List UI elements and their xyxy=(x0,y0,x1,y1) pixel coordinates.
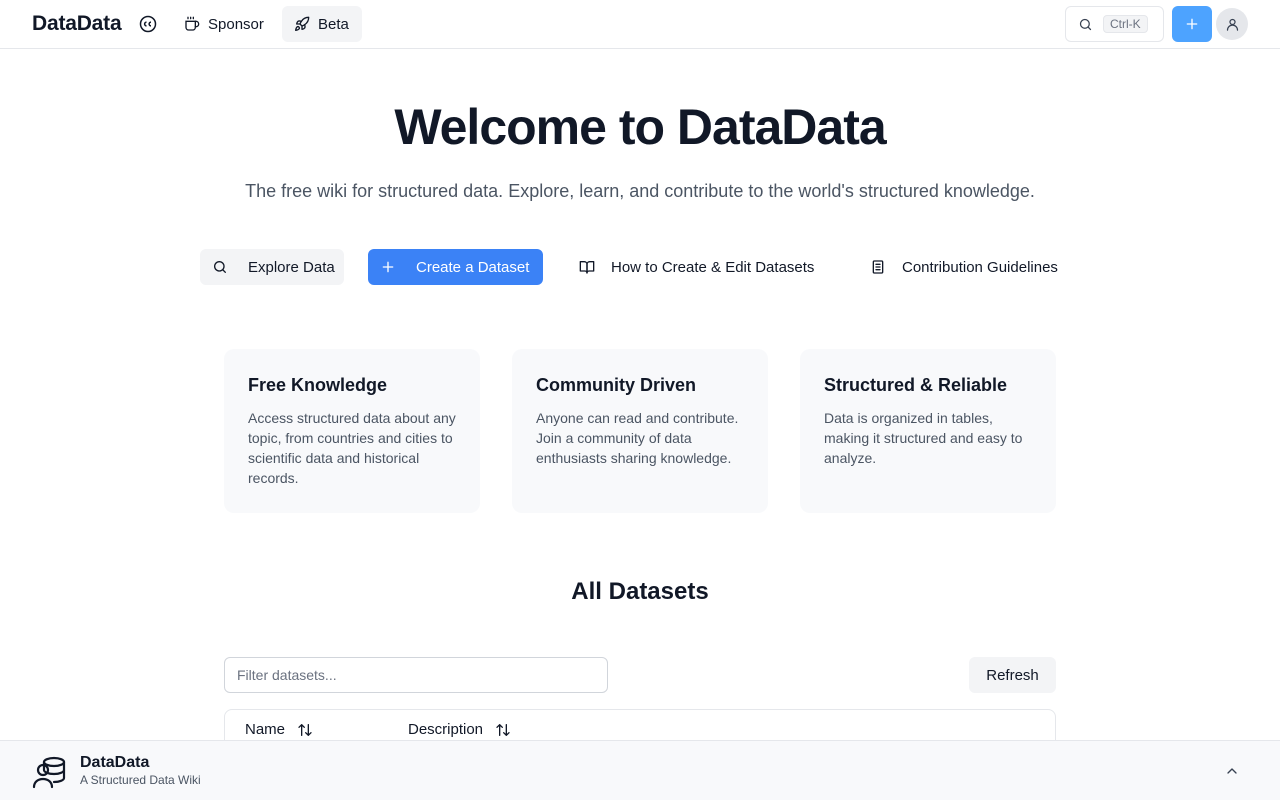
nav-beta-label: Beta xyxy=(318,15,349,33)
book-open-icon xyxy=(579,261,595,274)
column-header-label: Description xyxy=(408,721,484,738)
feature-card-text: Data is organized in tables, making it s… xyxy=(824,410,1023,466)
top-navigation: DataData Sponsor Beta Ctrl-K xyxy=(0,0,1280,49)
create-dataset-label: Create a Dataset xyxy=(416,258,530,276)
feature-card-community-driven: Community Driven Anyone can read and con… xyxy=(512,349,768,513)
sort-icon xyxy=(298,723,312,736)
user-icon xyxy=(1226,18,1238,31)
sort-icon xyxy=(496,723,510,736)
plus-icon xyxy=(1186,18,1198,30)
coffee-icon xyxy=(185,16,200,31)
feature-card-title: Structured & Reliable xyxy=(824,375,1008,395)
brand-logo-text[interactable]: DataData xyxy=(32,12,122,36)
feature-card-title: Free Knowledge xyxy=(248,375,388,395)
nav-sponsor-label: Sponsor xyxy=(208,15,264,33)
contribution-guidelines-link[interactable]: Contribution Guidelines xyxy=(858,249,1058,285)
footer-bar: DataData A Structured Data Wiki xyxy=(0,740,1280,800)
feature-card-free-knowledge: Free Knowledge Access structured data ab… xyxy=(224,349,480,513)
search-icon xyxy=(1079,18,1092,30)
refresh-button[interactable]: Refresh xyxy=(969,657,1056,693)
datasets-section-title: All Datasets xyxy=(571,578,709,605)
dataset-filter-input[interactable] xyxy=(224,657,608,693)
search-shortcut-hint: Ctrl-K xyxy=(1103,15,1148,33)
feature-card-structured-reliable: Structured & Reliable Data is organized … xyxy=(800,349,1056,513)
feature-card-text: Anyone can read and contribute. Join a c… xyxy=(536,410,739,466)
feature-card-title: Community Driven xyxy=(536,375,697,395)
global-search-button[interactable]: Ctrl-K xyxy=(1065,6,1164,42)
search-icon xyxy=(214,261,226,273)
column-header-label: Name xyxy=(245,721,286,738)
explore-data-button[interactable]: Explore Data xyxy=(200,249,344,285)
nav-beta-button[interactable]: Beta xyxy=(282,6,362,42)
create-new-button[interactable] xyxy=(1172,6,1212,42)
contribution-guidelines-label: Contribution Guidelines xyxy=(902,258,1058,276)
document-icon xyxy=(872,260,884,274)
page-subtitle: The free wiki for structured data. Explo… xyxy=(245,181,1035,201)
feature-card-text: Access structured data about any topic, … xyxy=(248,410,456,486)
page-title: Welcome to DataData xyxy=(394,99,886,155)
chevron-up-icon[interactable] xyxy=(1224,763,1240,779)
datadata-logo-icon xyxy=(32,756,66,789)
footer-site-name: DataData xyxy=(80,754,150,771)
column-header-description[interactable]: Description xyxy=(408,721,511,738)
creative-commons-icon[interactable] xyxy=(139,15,157,33)
footer-tagline: A Structured Data Wiki xyxy=(80,773,201,787)
user-avatar-button[interactable] xyxy=(1216,8,1248,40)
nav-sponsor-button[interactable]: Sponsor xyxy=(172,6,276,42)
rocket-icon xyxy=(295,16,310,31)
create-dataset-button[interactable]: Create a Dataset xyxy=(368,249,543,285)
how-to-edit-label: How to Create & Edit Datasets xyxy=(611,258,815,276)
how-to-edit-link[interactable]: How to Create & Edit Datasets xyxy=(567,249,814,285)
column-header-name[interactable]: Name xyxy=(245,721,313,738)
explore-data-label: Explore Data xyxy=(248,258,335,276)
plus-icon xyxy=(382,261,394,273)
